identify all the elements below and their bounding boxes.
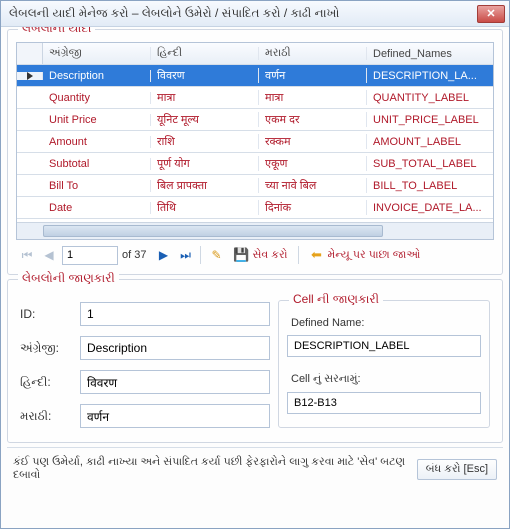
navigator: ⏮ ◀ of 37 ▶ ⏭ ✎ 💾 સેવ ક: [16, 240, 494, 266]
window: લેબલની યાદી મેનેજ કરો – લેબલોને ઉમેરો / …: [0, 0, 510, 529]
cell-info-group: Cell ની જાણકારી Defined Name: Cell નું સ…: [278, 300, 490, 428]
pencil-icon: ✎: [211, 248, 221, 262]
table-row[interactable]: DateतिथिदिनांकINVOICE_DATE_LA...: [17, 197, 493, 219]
close-icon: ✕: [486, 7, 495, 20]
floppy-icon: 💾: [233, 247, 249, 263]
defined-name-input[interactable]: [287, 335, 481, 357]
cell[interactable]: एकम दर: [259, 112, 367, 127]
edit-button[interactable]: ✎: [207, 246, 225, 264]
scrollbar-thumb[interactable]: [43, 225, 383, 237]
cell[interactable]: Amount: [43, 136, 151, 148]
back-label: મેન્યૂ પર પાછા જાઓ: [328, 249, 421, 262]
cell[interactable]: UNIT_PRICE_LABEL: [367, 114, 493, 126]
cell[interactable]: मात्रा: [151, 90, 259, 105]
hindi-input[interactable]: [80, 370, 270, 394]
details-left-column: ID: અંગ્રેજી: હિન્દી: મરાઠી:: [20, 300, 270, 428]
cell[interactable]: BILL_TO_LABEL: [367, 180, 493, 192]
grid-header-defined[interactable]: Defined_Names: [367, 48, 493, 60]
cell[interactable]: Bill To: [43, 180, 151, 192]
row-indicator-icon: [27, 72, 33, 80]
cell[interactable]: दिनांक: [259, 200, 367, 215]
cell[interactable]: मात्रा: [259, 90, 367, 105]
nav-first-button[interactable]: ⏮: [18, 246, 36, 264]
marathi-label: મરાઠી:: [20, 409, 72, 424]
cell[interactable]: तिथि: [151, 200, 259, 215]
english-field: અંગ્રેજી:: [20, 336, 270, 360]
save-label: સેવ કરો: [252, 249, 287, 262]
id-field: ID:: [20, 302, 270, 326]
marathi-field: મરાઠી:: [20, 404, 270, 428]
cell[interactable]: Unit Price: [43, 114, 151, 126]
table-row[interactable]: Bill Toबिल प्रापक्ताच्या नावे बिलBILL_TO…: [17, 175, 493, 197]
footer-hint: કંઈ પણ ઉમેર્યા, કાઢી નાખ્યા અને સંપાદિત …: [13, 456, 409, 482]
cell[interactable]: Date: [43, 202, 151, 214]
cell[interactable]: Subtotal: [43, 158, 151, 170]
body: લેબલોની યાદી અંગ્રેજી હિન્દી મરાઠી Defin…: [1, 27, 509, 528]
marathi-input[interactable]: [80, 404, 270, 428]
cell[interactable]: DESCRIPTION_LA...: [367, 70, 493, 82]
nav-prev-button[interactable]: ◀: [40, 246, 58, 264]
cell-address-label: Cell નું સરનામું:: [291, 373, 481, 386]
cell[interactable]: AMOUNT_LABEL: [367, 136, 493, 148]
save-button[interactable]: 💾 સેવ કરો: [229, 245, 291, 265]
cell[interactable]: रक्कम: [259, 134, 367, 149]
cell-address-input[interactable]: [287, 392, 481, 414]
cell[interactable]: बिल प्रापक्ता: [151, 178, 259, 193]
nav-total-label: of 37: [122, 249, 146, 261]
cell[interactable]: INVOICE_DATE_LA...: [367, 202, 493, 214]
defined-name-label: Defined Name:: [291, 317, 481, 329]
grid-header-marathi[interactable]: મરાઠી: [259, 47, 367, 60]
english-input[interactable]: [80, 336, 270, 360]
table-row[interactable]: Subtotalपूर्ण योगएकूणSUB_TOTAL_LABEL: [17, 153, 493, 175]
table-row[interactable]: Descriptionविवरणवर्णनDESCRIPTION_LA...: [17, 65, 493, 87]
labels-list-group: લેબલોની યાદી અંગ્રેજી હિન્દી મરાઠી Defin…: [7, 29, 503, 275]
cell-info-legend: Cell ની જાણકારી: [289, 292, 383, 307]
separator: [298, 246, 299, 264]
window-title: લેબલની યાદી મેનેજ કરો – લેબલોને ઉમેરો / …: [9, 6, 477, 21]
label-details-legend: લેબલોની જાણકારી: [18, 271, 119, 286]
cell[interactable]: एकूण: [259, 156, 367, 171]
grid-header: અંગ્રેજી હિન્દી મરાઠી Defined_Names: [17, 43, 493, 65]
prev-icon: ◀: [44, 248, 53, 262]
grid-header-hindi[interactable]: હિન્દી: [151, 47, 259, 60]
last-icon: ⏭: [180, 248, 191, 263]
cell[interactable]: SUB_TOTAL_LABEL: [367, 158, 493, 170]
labels-grid[interactable]: અંગ્રેજી હિન્દી મરાઠી Defined_Names Desc…: [16, 42, 494, 240]
cell[interactable]: Description: [43, 70, 151, 82]
table-row[interactable]: Unit Priceयूनिट मूल्यएकम दरUNIT_PRICE_LA…: [17, 109, 493, 131]
titlebar: લેબલની યાદી મેનેજ કરો – લેબલોને ઉમેરો / …: [1, 1, 509, 27]
table-row[interactable]: Amountराशिरक्कमAMOUNT_LABEL: [17, 131, 493, 153]
separator: [200, 246, 201, 264]
next-icon: ▶: [159, 248, 168, 262]
english-label: અંગ્રેજી:: [20, 341, 72, 356]
id-input[interactable]: [80, 302, 270, 326]
label-details-group: લેબલોની જાણકારી ID: અંગ્રેજી: હિન્દી:: [7, 279, 503, 443]
window-close-button[interactable]: ✕: [477, 5, 505, 23]
cell[interactable]: राशि: [151, 134, 259, 149]
close-button[interactable]: બંધ કરો [Esc]: [417, 459, 497, 480]
nav-next-button[interactable]: ▶: [154, 246, 172, 264]
nav-current-input[interactable]: [62, 246, 118, 265]
grid-header-english[interactable]: અંગ્રેજી: [43, 47, 151, 60]
grid-horizontal-scrollbar[interactable]: [17, 222, 493, 239]
cell[interactable]: यूनिट मूल्य: [151, 112, 259, 127]
hindi-label: હિન્દી:: [20, 375, 72, 390]
hindi-field: હિન્દી:: [20, 370, 270, 394]
id-label: ID:: [20, 307, 72, 321]
details-area: ID: અંગ્રેજી: હિન્દી: મરાઠી:: [16, 294, 494, 434]
footer: કંઈ પણ ઉમેર્યા, કાઢી નાખ્યા અને સંપાદિત …: [7, 447, 503, 490]
back-arrow-icon: ⬅: [309, 247, 325, 263]
first-icon: ⏮: [22, 248, 33, 263]
cell[interactable]: च्या नावे बिल: [259, 178, 367, 193]
cell[interactable]: विवरण: [151, 68, 259, 83]
back-to-menu-button[interactable]: ⬅ મેન્યૂ પર પાછા જાઓ: [305, 245, 425, 265]
table-row[interactable]: Quantityमात्रामात्राQUANTITY_LABEL: [17, 87, 493, 109]
cell[interactable]: Quantity: [43, 92, 151, 104]
grid-body: Descriptionविवरणवर्णनDESCRIPTION_LA...Qu…: [17, 65, 493, 222]
cell[interactable]: वर्णन: [259, 68, 367, 83]
cell[interactable]: पूर्ण योग: [151, 156, 259, 171]
nav-last-button[interactable]: ⏭: [176, 246, 194, 264]
cell[interactable]: QUANTITY_LABEL: [367, 92, 493, 104]
labels-list-legend: લેબલોની યાદી: [18, 27, 95, 36]
